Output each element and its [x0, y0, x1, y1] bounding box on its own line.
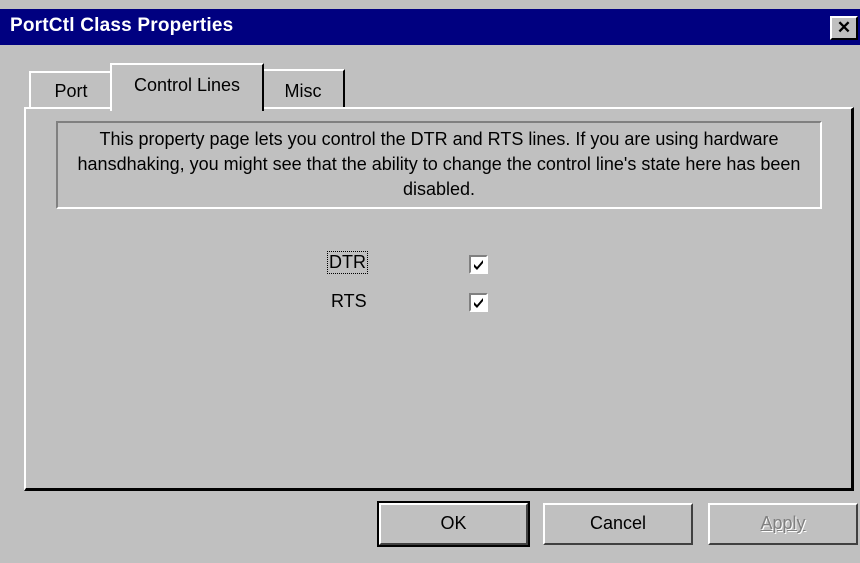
close-button[interactable]: ✕ [830, 16, 858, 40]
rts-checkbox[interactable] [469, 293, 488, 312]
apply-label: Apply [760, 513, 806, 533]
tab-port[interactable]: Port [29, 71, 113, 109]
properties-window: PortCtl Class Properties ✕ Port Control … [0, 0, 860, 563]
apply-button[interactable]: Apply [708, 503, 858, 545]
tab-misc-label: Misc [284, 81, 322, 101]
tab-misc[interactable]: Misc [261, 69, 345, 109]
description-text: This property page lets you control the … [56, 121, 822, 209]
ok-button[interactable]: OK [377, 501, 530, 547]
checkmark-icon [474, 298, 483, 308]
dtr-checkbox[interactable] [469, 255, 488, 274]
checkmark-icon [474, 260, 483, 270]
rts-label[interactable]: RTS [331, 291, 367, 312]
close-icon: ✕ [836, 18, 852, 37]
tab-port-label: Port [54, 81, 88, 101]
dtr-label[interactable]: DTR [327, 251, 368, 274]
cancel-button[interactable]: Cancel [543, 503, 693, 545]
tab-control-lines[interactable]: Control Lines [110, 63, 264, 111]
tab-panel: This property page lets you control the … [24, 107, 854, 491]
window-title: PortCtl Class Properties [10, 15, 234, 36]
title-bar[interactable]: PortCtl Class Properties ✕ [0, 9, 860, 45]
tab-control-lines-label: Control Lines [133, 75, 241, 95]
